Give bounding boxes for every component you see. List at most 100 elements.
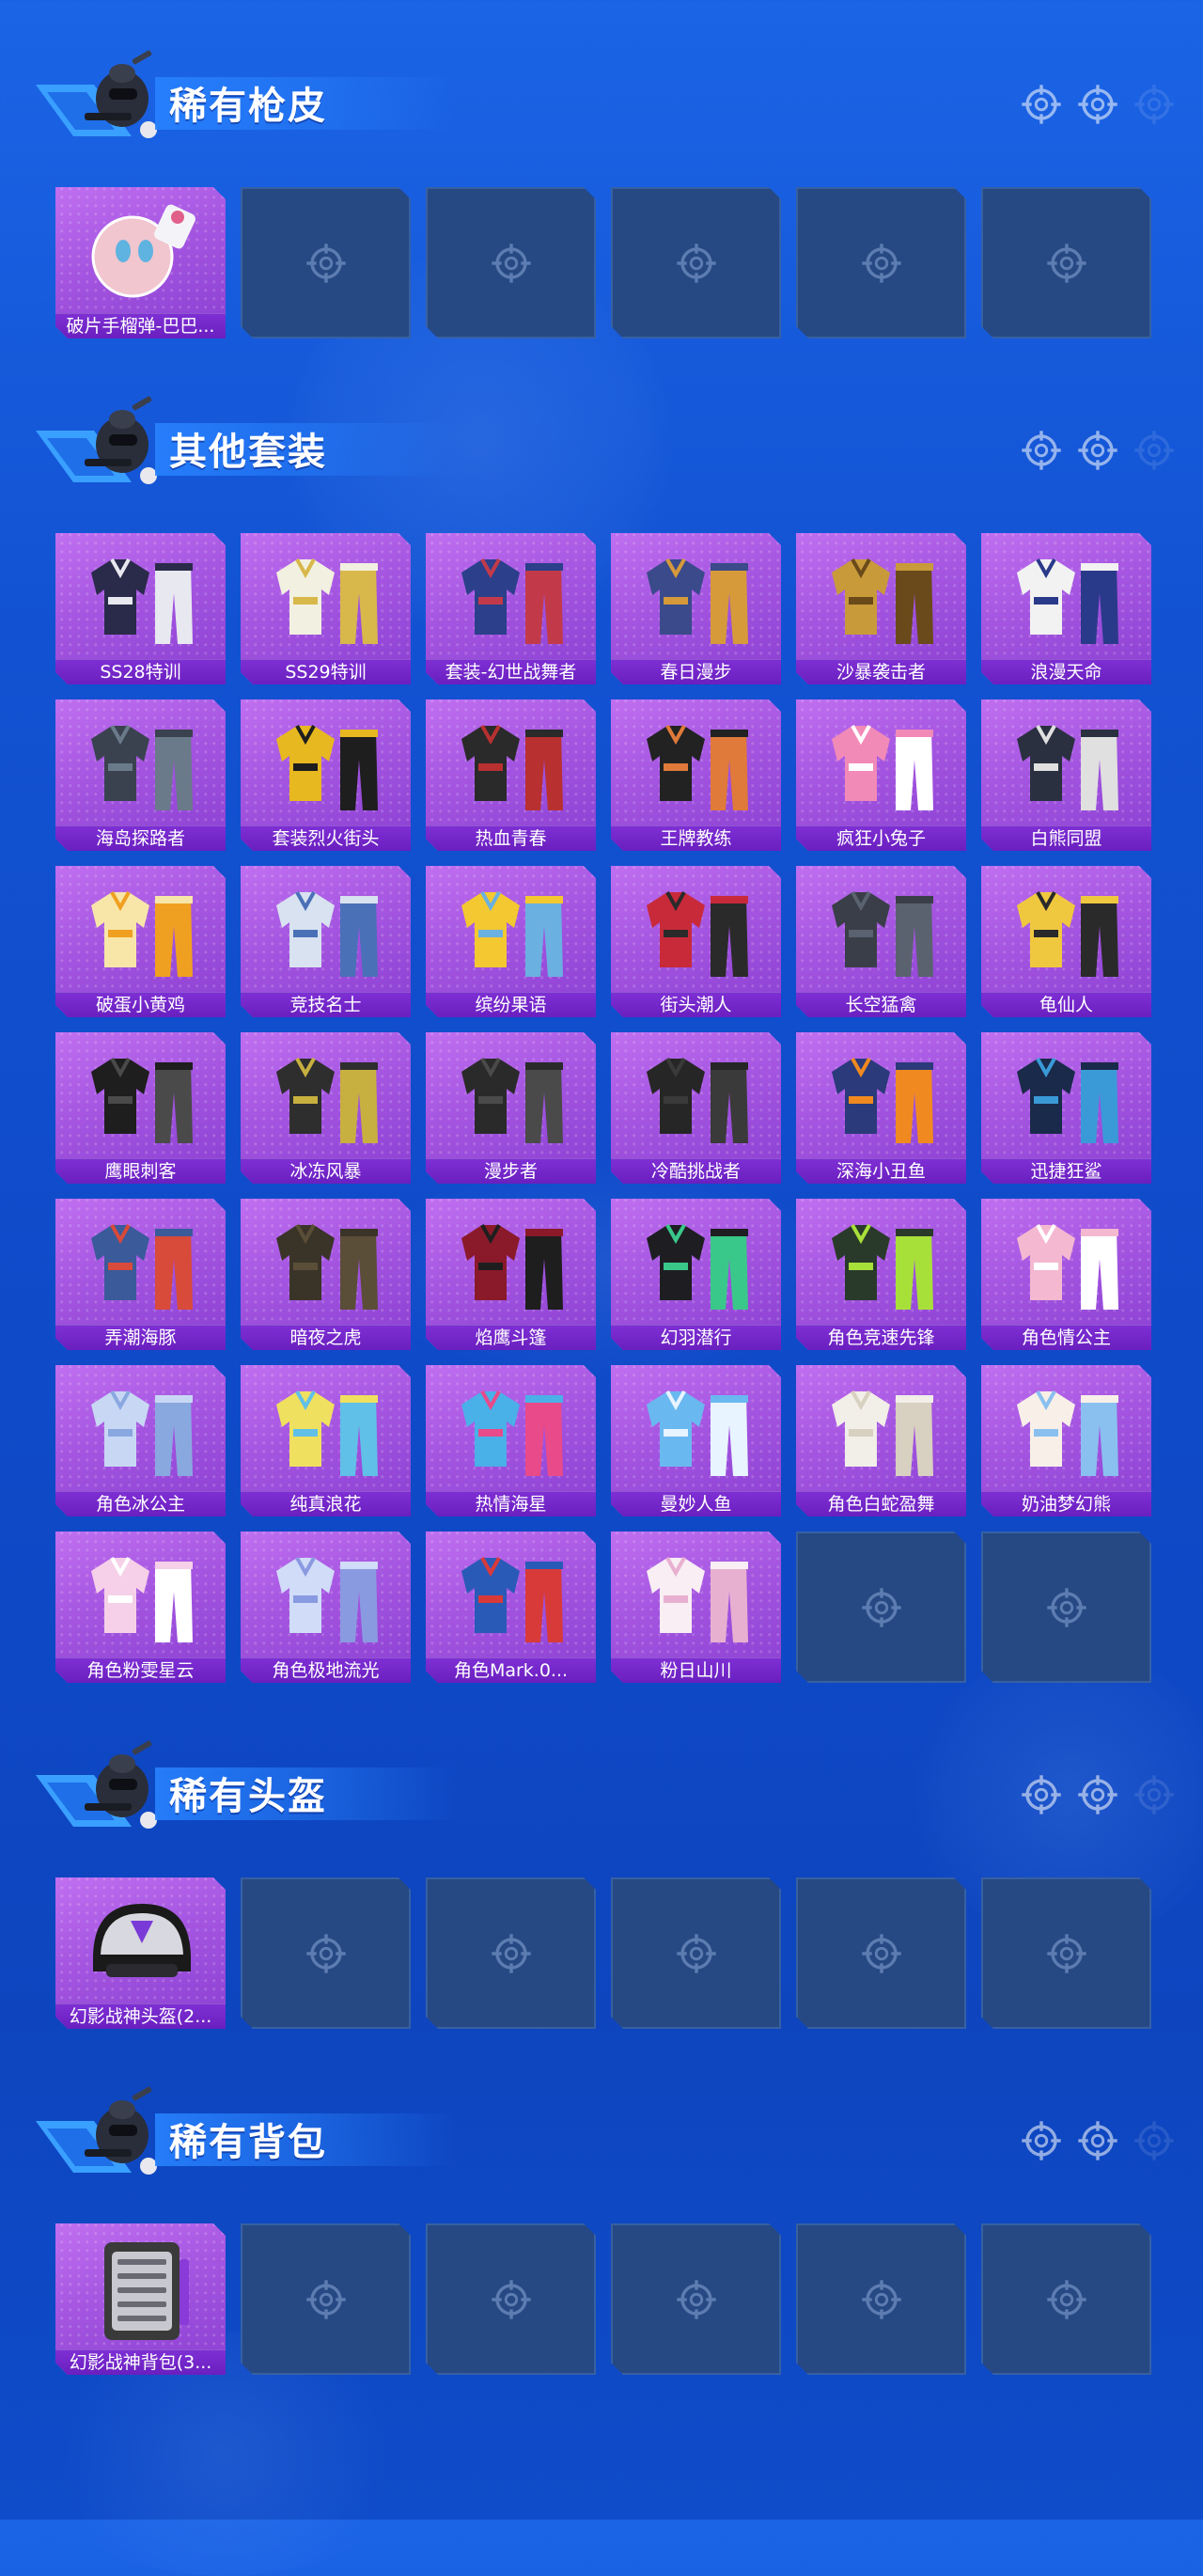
- item-card[interactable]: 冰冻风暴: [241, 1032, 411, 1184]
- item-card[interactable]: 纯真浪花: [241, 1365, 411, 1516]
- outfit-icon: [630, 1539, 762, 1654]
- item-card[interactable]: 浪漫天命: [981, 533, 1151, 684]
- item-grid: 破片手榴弹-巴巴...: [55, 187, 1151, 338]
- outfit-icon: [74, 1040, 207, 1154]
- outfit-icon: [1000, 1040, 1133, 1154]
- outfit-icon: [259, 541, 392, 655]
- item-card[interactable]: 王牌教练: [611, 699, 781, 851]
- item-name: 奶油梦幻熊: [1021, 1494, 1111, 1515]
- item-card[interactable]: SS28特训: [55, 533, 226, 684]
- item-card[interactable]: 疯狂小兔子: [796, 699, 966, 851]
- item-card[interactable]: 沙暴袭击者: [796, 533, 966, 684]
- crosshair-icon: [1020, 429, 1063, 476]
- item-card[interactable]: 破片手榴弹-巴巴...: [55, 187, 226, 338]
- outfit-icon: [1000, 873, 1133, 988]
- outfit-icon: [630, 1373, 762, 1487]
- item-card[interactable]: 热情海星: [426, 1365, 596, 1516]
- item-card[interactable]: 破蛋小黄鸡: [55, 866, 226, 1017]
- crosshair-icon: [675, 1932, 718, 1975]
- item-name: 冷酷挑战者: [650, 1161, 741, 1182]
- crosshair-icon: [675, 242, 718, 285]
- section-title: 稀有背包: [169, 2121, 327, 2164]
- item-card[interactable]: 奶油梦幻熊: [981, 1365, 1151, 1516]
- item-name: 王牌教练: [660, 828, 732, 849]
- soldier-emblem-icon: [28, 2083, 169, 2187]
- item-card[interactable]: 角色粉雯星云: [55, 1531, 226, 1683]
- item-card[interactable]: 角色冰公主: [55, 1365, 226, 1516]
- item-card[interactable]: 套装-幻世战舞者: [426, 533, 596, 684]
- outfit-icon: [259, 1373, 392, 1487]
- item-grid: SS28特训 SS29特训 套装-幻世战舞者 春日漫步 沙暴袭击者 浪漫天命海岛探路者 套装…: [55, 533, 1151, 1683]
- item-card[interactable]: 缤纷果语: [426, 866, 596, 1017]
- outfit-icon: [630, 1206, 762, 1321]
- section-title: 其他套装: [169, 431, 327, 474]
- outfit-icon: [630, 1040, 762, 1154]
- outfit-icon: [259, 873, 392, 988]
- item-card[interactable]: 角色极地流光: [241, 1531, 411, 1683]
- item-card[interactable]: 弄潮海豚: [55, 1199, 226, 1350]
- outfit-icon: [815, 1206, 947, 1321]
- item-card[interactable]: 角色白蛇盈舞: [796, 1365, 966, 1516]
- item-card[interactable]: 粉日山川: [611, 1531, 781, 1683]
- grenade-skin-icon: [74, 195, 207, 309]
- item-card[interactable]: 角色竞速先锋: [796, 1199, 966, 1350]
- crosshair-icon: [490, 1932, 533, 1975]
- item-card[interactable]: 冷酷挑战者: [611, 1032, 781, 1184]
- crosshair-icon: [1045, 1586, 1088, 1629]
- target-decoration: [1020, 1773, 1189, 1820]
- item-card[interactable]: 海岛探路者: [55, 699, 226, 851]
- item-name: 幻影战神头盔(2...: [69, 2006, 212, 2027]
- crosshair-icon: [490, 2278, 533, 2321]
- item-name: SS29特训: [285, 662, 367, 683]
- item-card[interactable]: 热血青春: [426, 699, 596, 851]
- item-card[interactable]: 竞技名士: [241, 866, 411, 1017]
- item-name: 角色冰公主: [95, 1494, 185, 1515]
- item-card[interactable]: 深海小丑鱼: [796, 1032, 966, 1184]
- crosshair-icon: [1076, 1773, 1119, 1820]
- soldier-emblem-icon: [28, 47, 169, 150]
- item-grid: 幻影战神头盔(2...: [55, 1877, 1151, 2029]
- empty-slot: [426, 2223, 596, 2375]
- item-card[interactable]: 暗夜之虎: [241, 1199, 411, 1350]
- item-name: 角色Mark.0...: [453, 1660, 569, 1681]
- outfit-icon: [74, 1539, 207, 1654]
- outfit-icon: [815, 541, 947, 655]
- item-name: 破片手榴弹-巴巴...: [66, 316, 215, 337]
- item-card[interactable]: 迅捷狂鲨: [981, 1032, 1151, 1184]
- item-card[interactable]: 幻羽潜行: [611, 1199, 781, 1350]
- outfit-icon: [259, 1206, 392, 1321]
- outfit-icon: [74, 873, 207, 988]
- crosshair-icon: [305, 242, 348, 285]
- item-card[interactable]: 街头潮人: [611, 866, 781, 1017]
- outfit-icon: [815, 873, 947, 988]
- crosshair-icon: [1045, 1932, 1088, 1975]
- item-name: 暗夜之虎: [289, 1327, 362, 1348]
- target-decoration: [1020, 2119, 1189, 2166]
- item-card[interactable]: 角色Mark.0...: [426, 1531, 596, 1683]
- item-name: 漫步者: [483, 1161, 538, 1182]
- item-card[interactable]: 鹰眼刺客: [55, 1032, 226, 1184]
- item-card[interactable]: 长空猛禽: [796, 866, 966, 1017]
- item-card[interactable]: 曼妙人鱼: [611, 1365, 781, 1516]
- item-card[interactable]: 漫步者: [426, 1032, 596, 1184]
- item-card[interactable]: 龟仙人: [981, 866, 1151, 1017]
- outfit-icon: [815, 1373, 947, 1487]
- empty-slot: [611, 187, 781, 338]
- crosshair-icon: [1045, 2278, 1088, 2321]
- item-card[interactable]: 幻影战神头盔(2...: [55, 1877, 226, 2029]
- outfit-icon: [630, 873, 762, 988]
- outfit-icon: [74, 707, 207, 822]
- item-card[interactable]: 春日漫步: [611, 533, 781, 684]
- item-card[interactable]: 套装烈火街头: [241, 699, 411, 851]
- outfit-icon: [445, 873, 577, 988]
- item-card[interactable]: 角色情公主: [981, 1199, 1151, 1350]
- item-card[interactable]: SS29特训: [241, 533, 411, 684]
- item-card[interactable]: 幻影战神背包(3...: [55, 2223, 226, 2375]
- item-card[interactable]: 焰鹰斗篷: [426, 1199, 596, 1350]
- item-card[interactable]: 白熊同盟: [981, 699, 1151, 851]
- empty-slot: [981, 1877, 1151, 2029]
- crosshair-icon: [1020, 1773, 1063, 1820]
- outfit-icon: [445, 1373, 577, 1487]
- section-header: 稀有背包: [28, 2083, 1184, 2187]
- item-name: 深海小丑鱼: [836, 1161, 926, 1182]
